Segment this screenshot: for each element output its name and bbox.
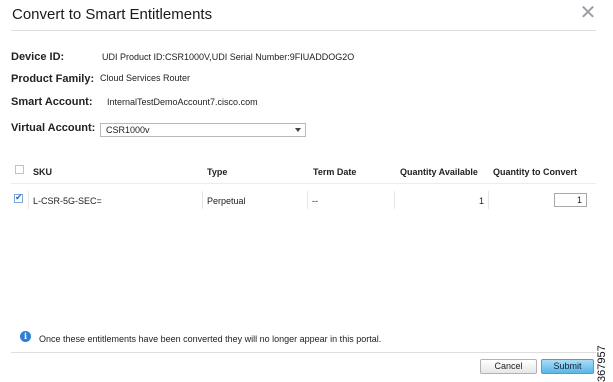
select-all-checkbox[interactable]: [15, 165, 24, 174]
cell-divider: [307, 191, 308, 209]
product-family-value: Cloud Services Router: [100, 73, 191, 83]
product-family-label: Product Family:: [11, 73, 95, 85]
footer-divider: [11, 352, 596, 353]
row-checkbox[interactable]: ✔: [14, 192, 23, 203]
device-id-value: UDI Product ID:CSR1000V,UDI Serial Numbe…: [102, 52, 355, 62]
header-type: Type: [207, 167, 228, 177]
info-message: Once these entitlements have been conver…: [39, 334, 382, 344]
virtual-account-selected: CSR1000v: [106, 125, 150, 135]
header-sku: SKU: [33, 167, 53, 177]
chevron-down-icon: [295, 128, 301, 132]
table-header-divider: [11, 183, 596, 184]
smart-account-value: InternalTestDemoAccount7.cisco.com: [107, 97, 258, 107]
quantity-to-convert-input[interactable]: 1: [554, 193, 587, 207]
cell-divider: [394, 191, 395, 209]
close-icon[interactable]: ✕: [579, 3, 597, 23]
checkmark-icon: ✔: [15, 192, 23, 202]
virtual-account-select[interactable]: CSR1000v: [100, 123, 306, 137]
header-term-date: Term Date: [313, 167, 357, 177]
smart-account-label: Smart Account:: [11, 96, 93, 108]
row-sku: L-CSR-5G-SEC=: [33, 196, 102, 206]
submit-button[interactable]: Submit: [541, 359, 594, 374]
cancel-button[interactable]: Cancel: [480, 359, 537, 374]
figure-id: 367957: [596, 345, 608, 382]
device-id-label: Device ID:: [11, 51, 65, 63]
row-type: Perpetual: [207, 196, 246, 206]
header-quantity-to-convert: Quantity to Convert: [493, 167, 578, 177]
dialog-title: Convert to Smart Entitlements: [12, 6, 213, 23]
row-term-date: --: [312, 196, 318, 206]
info-icon: i: [20, 331, 31, 342]
row-quantity-available: 1: [479, 196, 485, 206]
cell-divider: [202, 191, 203, 209]
header-quantity-available: Quantity Available: [400, 167, 478, 177]
cell-divider: [488, 191, 489, 209]
header-divider: [11, 30, 596, 31]
cell-divider: [28, 191, 29, 209]
virtual-account-label: Virtual Account:: [11, 122, 96, 134]
